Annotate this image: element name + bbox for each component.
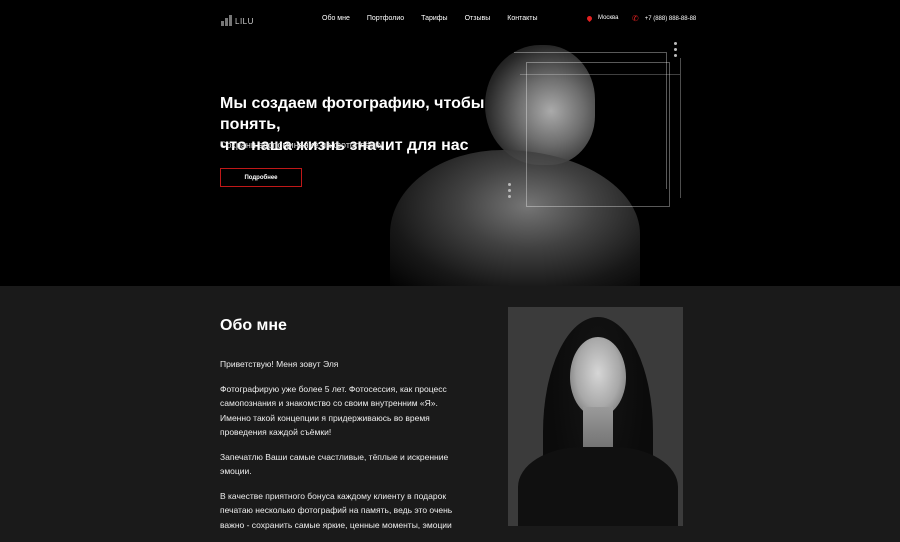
hero-title-line1: Мы создаем фотографию, чтобы понять, [220, 95, 485, 133]
site-header: LILU Обо мне Портфолио Тарифы Отзывы Кон… [0, 0, 900, 40]
nav-portfolio[interactable]: Портфолио [367, 15, 404, 22]
about-title: Обо мне [220, 317, 287, 334]
hero-subtitle: Сохрани воспоминание на фотоплёнку [220, 140, 384, 150]
phone-icon: ✆ [632, 14, 639, 23]
portrait-face [570, 337, 626, 417]
more-button[interactable]: Подробнее [220, 168, 302, 187]
nav-contacts[interactable]: Контакты [507, 15, 537, 22]
logo-text: LILU [235, 17, 254, 26]
logo-mark [221, 21, 224, 26]
about-paragraph: Приветствую! Меня зовут Эля [220, 359, 339, 369]
about-paragraph: Фотографирую уже более 5 лет. Фотосессия… [220, 383, 447, 438]
hero-section: LILU Обо мне Портфолио Тарифы Отзывы Кон… [0, 0, 900, 286]
about-text: Приветствую! Меня зовут Эля Фотографирую… [220, 357, 470, 542]
portrait-body [518, 447, 678, 526]
decor-dots [508, 183, 511, 198]
main-nav: Обо мне Портфолио Тарифы Отзывы Контакты [322, 15, 555, 22]
nav-reviews[interactable]: Отзывы [465, 15, 491, 22]
map-pin-icon [585, 14, 594, 22]
decor-dots [674, 42, 677, 57]
logo-mark [225, 18, 228, 26]
about-paragraph: Запечатлю Ваши самые счастливые, тёплые … [220, 451, 449, 477]
logo-mark [229, 15, 232, 26]
logo[interactable]: LILU [221, 14, 254, 26]
about-paragraph: В качестве приятного бонуса каждому клие… [220, 490, 453, 530]
nav-about[interactable]: Обо мне [322, 15, 350, 22]
nav-pricing[interactable]: Тарифы [421, 15, 447, 22]
decor-frame [526, 62, 670, 207]
location[interactable]: Москва [585, 14, 619, 22]
decor-line [680, 58, 681, 198]
portrait-photo [508, 307, 683, 526]
phone-link[interactable]: ✆ +7 (888) 888-88-88 [632, 15, 696, 23]
city-label: Москва [598, 15, 619, 21]
phone-number: +7 (888) 888-88-88 [644, 16, 697, 22]
decor-line [520, 74, 680, 77]
